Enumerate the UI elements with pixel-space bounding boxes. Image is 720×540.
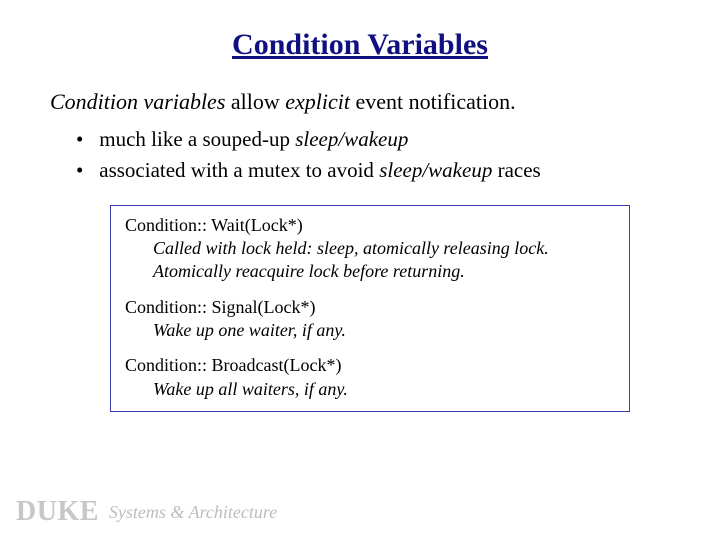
footer: DUKE Systems & Architecture — [16, 496, 277, 528]
method-sig: Condition:: Broadcast(Lock*) — [125, 354, 615, 377]
intro-line: Condition variables allow explicit event… — [50, 88, 670, 116]
method-sig: Condition:: Signal(Lock*) — [125, 296, 615, 319]
method-wait: Condition:: Wait(Lock*) Called with lock… — [125, 214, 615, 284]
methods-box: Condition:: Wait(Lock*) Called with lock… — [110, 205, 630, 413]
slide: Condition Variables Condition variables … — [0, 0, 720, 540]
bullet-pre: associated with a mutex to avoid — [99, 158, 379, 182]
intro-middle: allow — [225, 89, 285, 114]
footer-logo: DUKE — [16, 496, 99, 527]
method-signal: Condition:: Signal(Lock*) Wake up one wa… — [125, 296, 615, 343]
bullet-list: much like a souped-up sleep/wakeup assoc… — [78, 124, 670, 187]
method-desc-line: Wake up all waiters, if any. — [153, 378, 615, 401]
method-broadcast: Condition:: Broadcast(Lock*) Wake up all… — [125, 354, 615, 401]
bullet-pre: much like a souped-up — [99, 127, 295, 151]
method-desc-line: Called with lock held: sleep, atomically… — [153, 237, 615, 260]
slide-title: Condition Variables — [50, 28, 670, 62]
method-sig: Condition:: Wait(Lock*) — [125, 214, 615, 237]
bullet-item: associated with a mutex to avoid sleep/w… — [78, 155, 670, 187]
method-desc-line: Wake up one waiter, if any. — [153, 319, 615, 342]
footer-tagline: Systems & Architecture — [109, 502, 277, 522]
intro-em: explicit — [285, 89, 350, 114]
intro-lead: Condition variables — [50, 89, 225, 114]
bullet-item: much like a souped-up sleep/wakeup — [78, 124, 670, 156]
method-desc-line: Atomically reacquire lock before returni… — [153, 260, 615, 283]
bullet-post: races — [492, 158, 540, 182]
bullet-em: sleep/wakeup — [295, 127, 408, 151]
bullet-em: sleep/wakeup — [379, 158, 492, 182]
intro-tail: event notification. — [350, 89, 516, 114]
